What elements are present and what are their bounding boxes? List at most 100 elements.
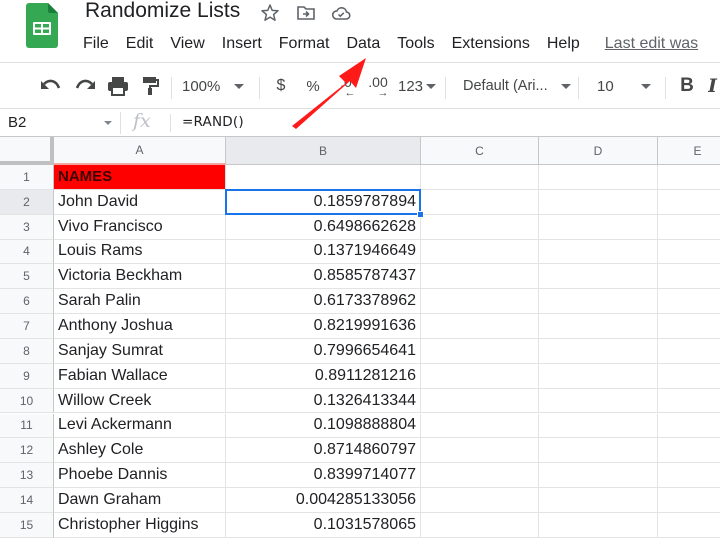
menu-help[interactable]: Help — [547, 34, 580, 56]
row-header[interactable]: 8 — [0, 338, 54, 364]
cell-d15[interactable] — [539, 512, 658, 538]
column-header-d[interactable]: D — [539, 137, 658, 165]
menu-extensions[interactable]: Extensions — [452, 34, 530, 56]
cell-c2[interactable] — [421, 189, 539, 215]
cell-a12[interactable]: Ashley Cole — [54, 438, 226, 464]
increase-decimal-button[interactable]: .00 → — [364, 63, 392, 109]
row-header[interactable]: 14 — [0, 488, 54, 513]
cell-c6[interactable] — [421, 289, 539, 315]
cell-c10[interactable] — [421, 388, 539, 414]
cell-e15[interactable] — [658, 513, 720, 538]
cell-b10[interactable]: 0.1326413344 — [226, 388, 421, 414]
cell-d7[interactable] — [539, 314, 658, 339]
font-size-select[interactable]: 10 — [597, 63, 651, 109]
cell-b13[interactable]: 0.8399714077 — [226, 463, 421, 489]
cell-d5[interactable] — [539, 264, 658, 290]
cell-e2[interactable] — [658, 190, 720, 215]
cell-a5[interactable]: Victoria Beckham — [54, 264, 226, 290]
cell-c7[interactable] — [421, 314, 539, 339]
cell-a9[interactable]: Fabian Wallace — [54, 363, 226, 389]
fill-handle[interactable] — [417, 210, 424, 218]
menu-tools[interactable]: Tools — [397, 34, 434, 56]
name-box-dropdown-icon[interactable] — [104, 121, 112, 125]
percent-format-button[interactable]: % — [302, 63, 324, 109]
cell-a15[interactable]: Christopher Higgins — [54, 512, 226, 538]
cell-b15[interactable]: 0.1031578065 — [226, 512, 421, 538]
cell-a13[interactable]: Phoebe Dannis — [54, 463, 226, 489]
column-header-c[interactable]: C — [421, 137, 539, 165]
cell-d1[interactable] — [539, 165, 658, 190]
document-title[interactable]: Randomize Lists — [85, 0, 240, 23]
cell-b12[interactable]: 0.8714860797 — [226, 438, 421, 464]
cell-a4[interactable]: Louis Rams — [54, 239, 226, 265]
cell-d13[interactable] — [539, 463, 658, 489]
cell-c9[interactable] — [421, 363, 539, 389]
cell-b3[interactable]: 0.6498662628 — [226, 214, 421, 240]
star-icon[interactable] — [260, 3, 280, 23]
move-to-folder-icon[interactable] — [296, 3, 316, 23]
cell-b5[interactable]: 0.8585787437 — [226, 264, 421, 290]
cell-d11[interactable] — [539, 413, 658, 439]
cell-e5[interactable] — [658, 264, 720, 290]
cell-b14[interactable]: 0.004285133056 — [226, 488, 421, 513]
row-header[interactable]: 13 — [0, 463, 54, 489]
cell-d12[interactable] — [539, 438, 658, 464]
row-header[interactable]: 5 — [0, 264, 54, 290]
cell-e3[interactable] — [658, 215, 720, 240]
cell-a10[interactable]: Willow Creek — [54, 388, 226, 414]
cell-d3[interactable] — [539, 214, 658, 240]
row-header[interactable]: 3 — [0, 214, 54, 240]
cell-b1[interactable] — [226, 165, 421, 190]
cell-b4[interactable]: 0.1371946649 — [226, 239, 421, 265]
cell-d14[interactable] — [539, 488, 658, 513]
menu-view[interactable]: View — [170, 34, 204, 56]
column-header-a[interactable]: A — [54, 137, 226, 165]
print-button[interactable] — [105, 63, 131, 109]
menu-data[interactable]: Data — [346, 34, 380, 56]
cell-d6[interactable] — [539, 289, 658, 315]
cell-d2[interactable] — [539, 189, 658, 215]
zoom-select[interactable]: 100% — [182, 63, 254, 109]
cloud-saved-icon[interactable] — [331, 3, 351, 23]
menu-format[interactable]: Format — [279, 34, 330, 56]
select-all-corner[interactable] — [0, 137, 54, 165]
row-header[interactable]: 9 — [0, 363, 54, 389]
redo-button[interactable] — [72, 63, 98, 109]
more-formats-button[interactable]: 123 — [397, 63, 437, 109]
menu-insert[interactable]: Insert — [222, 34, 262, 56]
cell-b11[interactable]: 0.1098888804 — [226, 413, 421, 439]
row-header[interactable]: 7 — [0, 314, 54, 339]
cell-e11[interactable] — [658, 414, 720, 439]
row-header[interactable]: 2 — [0, 189, 54, 215]
cell-c14[interactable] — [421, 488, 539, 513]
cell-a1[interactable]: NAMES — [54, 165, 226, 190]
cell-a14[interactable]: Dawn Graham — [54, 488, 226, 513]
paint-format-button[interactable] — [138, 63, 162, 109]
menu-file[interactable]: File — [83, 34, 109, 56]
cell-b9[interactable]: 0.8911281216 — [226, 363, 421, 389]
column-header-e[interactable]: E — [658, 137, 720, 165]
cell-b8[interactable]: 0.7996654641 — [226, 338, 421, 364]
cell-e9[interactable] — [658, 364, 720, 389]
cell-a3[interactable]: Vivo Francisco — [54, 214, 226, 240]
cell-d10[interactable] — [539, 388, 658, 414]
cell-a7[interactable]: Anthony Joshua — [54, 314, 226, 339]
cell-d9[interactable] — [539, 363, 658, 389]
cell-a2[interactable]: John David — [54, 189, 226, 215]
cell-c15[interactable] — [421, 512, 539, 538]
row-header[interactable]: 1 — [0, 165, 54, 190]
cell-e12[interactable] — [658, 438, 720, 464]
cell-c1[interactable] — [421, 165, 539, 190]
cell-c3[interactable] — [421, 214, 539, 240]
name-box[interactable]: B2 — [8, 114, 26, 131]
currency-format-button[interactable]: $ — [270, 63, 292, 109]
cell-e14[interactable] — [658, 488, 720, 513]
cell-e7[interactable] — [658, 314, 720, 339]
row-header[interactable]: 10 — [0, 388, 54, 414]
decrease-decimal-button[interactable]: .0 ← — [333, 63, 359, 109]
font-family-select[interactable]: Default (Ari... — [463, 63, 571, 109]
sheets-logo-icon[interactable] — [26, 3, 58, 48]
cell-e4[interactable] — [658, 240, 720, 265]
cell-b6[interactable]: 0.6173378962 — [226, 289, 421, 315]
cell-c11[interactable] — [421, 413, 539, 439]
